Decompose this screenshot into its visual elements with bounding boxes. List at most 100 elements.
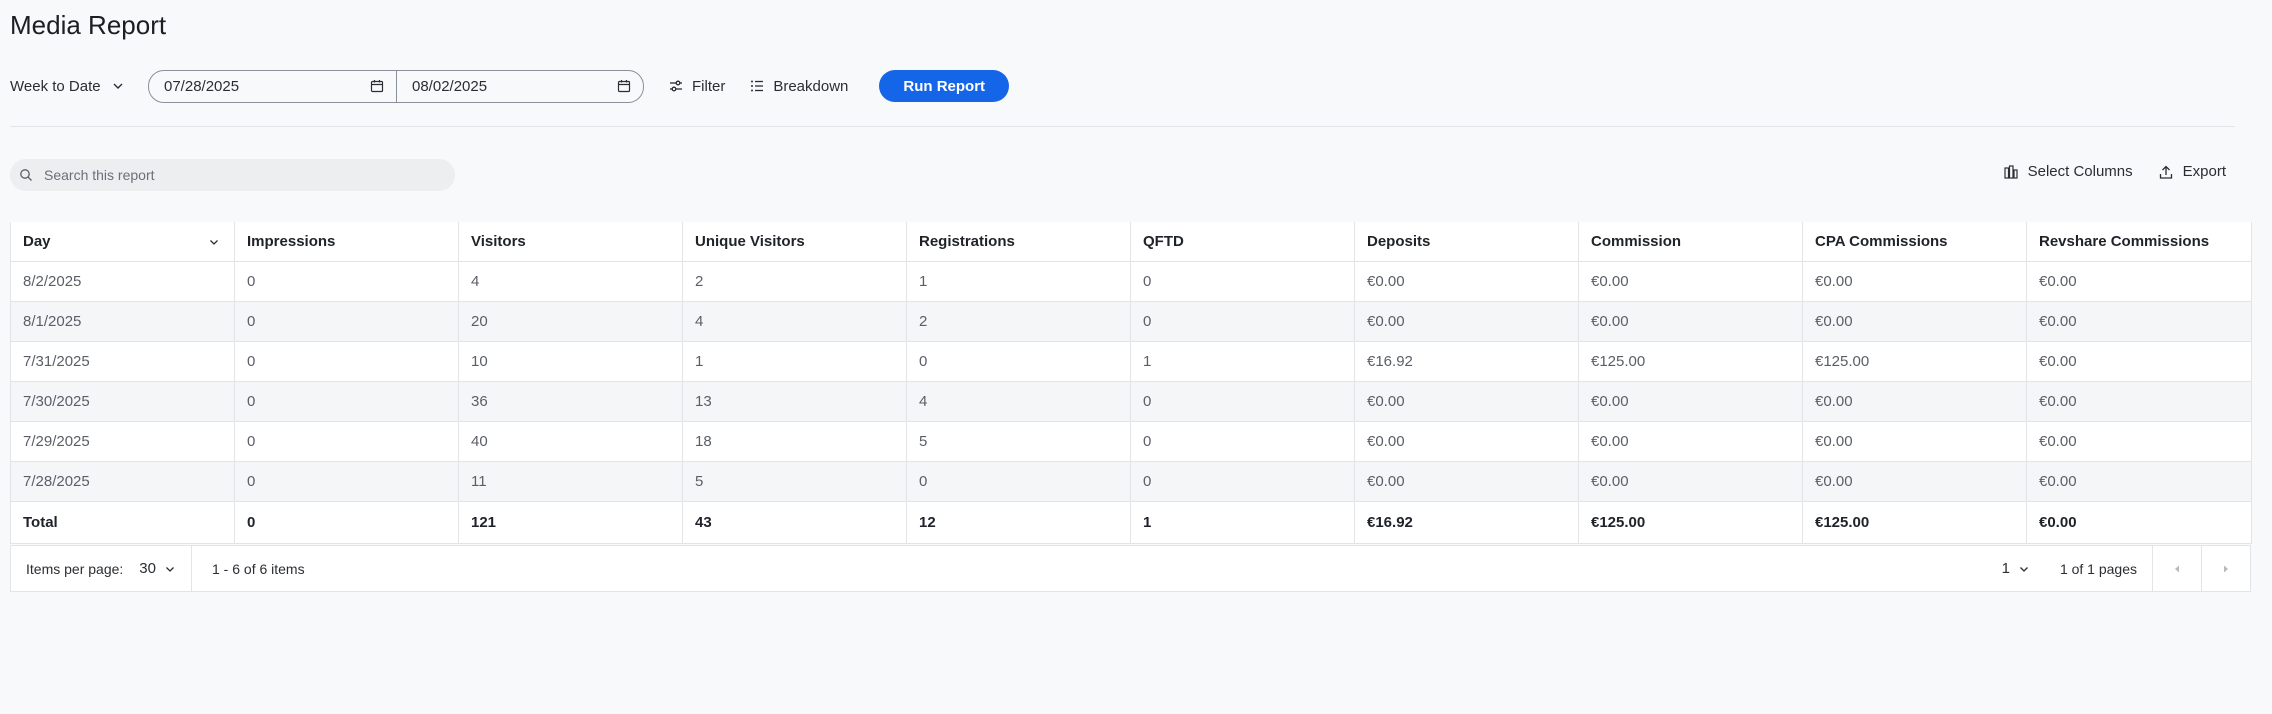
report-table: Day Impressions Visitors Unique Visitors… <box>10 222 2252 544</box>
period-label: Week to Date <box>10 77 101 95</box>
table-cell: €0.00 <box>1802 261 2027 302</box>
table-cell: €0.00 <box>2026 341 2252 382</box>
item-range-text: 1 - 6 of 6 items <box>212 560 305 577</box>
table-header-row: Day Impressions Visitors Unique Visitors… <box>10 222 2252 262</box>
run-report-button[interactable]: Run Report <box>879 70 1010 102</box>
calendar-icon[interactable] <box>617 79 631 93</box>
table-cell: 5 <box>682 461 907 502</box>
calendar-icon[interactable] <box>370 79 384 93</box>
upload-icon <box>2158 164 2174 180</box>
search-input[interactable] <box>42 166 426 184</box>
table-cell: 0 <box>906 461 1131 502</box>
table-cell: 0 <box>1130 301 1355 342</box>
table-row: 7/29/2025 0 40 18 5 0 €0.00 €0.00 €0.00 … <box>10 421 2252 462</box>
column-header-visitors[interactable]: Visitors <box>458 222 683 262</box>
table-cell: €0.00 <box>1802 381 2027 422</box>
column-header-commission[interactable]: Commission <box>1578 222 1803 262</box>
column-header-label: Day <box>23 233 51 250</box>
column-header-day[interactable]: Day <box>10 222 235 262</box>
table-cell: 7/28/2025 <box>10 461 235 502</box>
table-cell: €0.00 <box>2026 421 2252 462</box>
date-from-value: 07/28/2025 <box>164 77 240 95</box>
column-header-registrations[interactable]: Registrations <box>906 222 1131 262</box>
total-row: Total 0 121 43 12 1 €16.92 €125.00 €125.… <box>10 501 2252 544</box>
table-cell: €0.00 <box>1578 421 1803 462</box>
total-cell: 121 <box>458 501 683 544</box>
table-cell: 0 <box>1130 421 1355 462</box>
table-cell: 7/29/2025 <box>10 421 235 462</box>
table-cell: 0 <box>234 421 459 462</box>
select-columns-label: Select Columns <box>2027 163 2133 180</box>
column-header-revshare-commissions[interactable]: Revshare Commissions <box>2026 222 2252 262</box>
column-header-impressions[interactable]: Impressions <box>234 222 459 262</box>
total-cell: €0.00 <box>2026 501 2252 544</box>
table-cell: 4 <box>682 301 907 342</box>
column-header-label: Impressions <box>247 233 336 250</box>
next-page-button[interactable] <box>2201 546 2250 591</box>
table-cell: 40 <box>458 421 683 462</box>
column-header-label: Revshare Commissions <box>2039 233 2210 250</box>
page-number-dropdown[interactable]: 1 <box>2002 560 2030 577</box>
date-to-field[interactable]: 08/02/2025 <box>396 70 643 102</box>
column-header-label: Deposits <box>1367 233 1431 250</box>
table-cell: 20 <box>458 301 683 342</box>
column-header-label: QFTD <box>1143 233 1184 250</box>
table-row: 8/1/2025 0 20 4 2 0 €0.00 €0.00 €0.00 €0… <box>10 301 2252 342</box>
table-actions: Select Columns Export <box>1978 163 2226 180</box>
total-cell: Total <box>10 501 235 544</box>
table-cell: €0.00 <box>1802 461 2027 502</box>
table-cell: €0.00 <box>1578 461 1803 502</box>
total-cell: 12 <box>906 501 1131 544</box>
export-button[interactable]: Export <box>2158 163 2226 180</box>
pagination-bar: Items per page: 30 1 - 6 of 6 items 1 1 … <box>10 545 2251 592</box>
table-cell: 7/30/2025 <box>10 381 235 422</box>
report-search <box>10 159 455 191</box>
items-per-page: Items per page: 30 <box>11 546 192 591</box>
chevron-down-icon <box>164 563 176 575</box>
report-toolbar: Week to Date 07/28/2025 08/02/2025 Filte… <box>10 69 1010 103</box>
page-number-value: 1 <box>2001 560 2010 577</box>
table-cell: 10 <box>458 341 683 382</box>
select-columns-button[interactable]: Select Columns <box>2003 163 2133 180</box>
column-header-label: CPA Commissions <box>1815 233 1948 250</box>
table-cell: €0.00 <box>1354 261 1579 302</box>
table-cell: €0.00 <box>1354 461 1579 502</box>
previous-page-button[interactable] <box>2152 546 2201 591</box>
filter-label: Filter <box>692 77 726 95</box>
caret-right-icon <box>2221 564 2231 574</box>
items-per-page-dropdown[interactable]: 30 <box>139 560 176 577</box>
table-cell: 4 <box>906 381 1131 422</box>
table-cell: 8/1/2025 <box>10 301 235 342</box>
table-cell: €0.00 <box>1354 301 1579 342</box>
table-cell: 13 <box>682 381 907 422</box>
table-cell: 7/31/2025 <box>10 341 235 382</box>
table-cell: 1 <box>1130 341 1355 382</box>
table-cell: 0 <box>1130 261 1355 302</box>
column-header-label: Commission <box>1591 233 1682 250</box>
table-row: 7/30/2025 0 36 13 4 0 €0.00 €0.00 €0.00 … <box>10 381 2252 422</box>
table-row: 7/31/2025 0 10 1 0 1 €16.92 €125.00 €125… <box>10 341 2252 382</box>
column-header-qftd[interactable]: QFTD <box>1130 222 1355 262</box>
table-cell: €125.00 <box>1802 341 2027 382</box>
table-cell: €0.00 <box>1354 421 1579 462</box>
table-row: 8/2/2025 0 4 2 1 0 €0.00 €0.00 €0.00 €0.… <box>10 261 2252 302</box>
date-from-field[interactable]: 07/28/2025 <box>149 71 396 102</box>
total-cell: €16.92 <box>1354 501 1579 544</box>
column-header-unique-visitors[interactable]: Unique Visitors <box>682 222 907 262</box>
table-cell: €0.00 <box>2026 301 2252 342</box>
breakdown-button[interactable]: Breakdown <box>749 78 848 95</box>
filter-button[interactable]: Filter <box>668 78 725 95</box>
column-header-label: Registrations <box>919 233 1015 250</box>
table-cell: €0.00 <box>2026 461 2252 502</box>
column-header-label: Visitors <box>471 233 526 250</box>
column-header-label: Unique Visitors <box>695 233 805 250</box>
table-cell: 11 <box>458 461 683 502</box>
period-dropdown[interactable]: Week to Date <box>10 78 148 95</box>
column-header-cpa-commissions[interactable]: CPA Commissions <box>1802 222 2027 262</box>
sort-chevron-icon[interactable] <box>208 236 220 248</box>
column-header-deposits[interactable]: Deposits <box>1354 222 1579 262</box>
sliders-icon <box>668 78 684 94</box>
table-cell: 36 <box>458 381 683 422</box>
total-cell: 43 <box>682 501 907 544</box>
chevron-down-icon <box>111 79 125 93</box>
